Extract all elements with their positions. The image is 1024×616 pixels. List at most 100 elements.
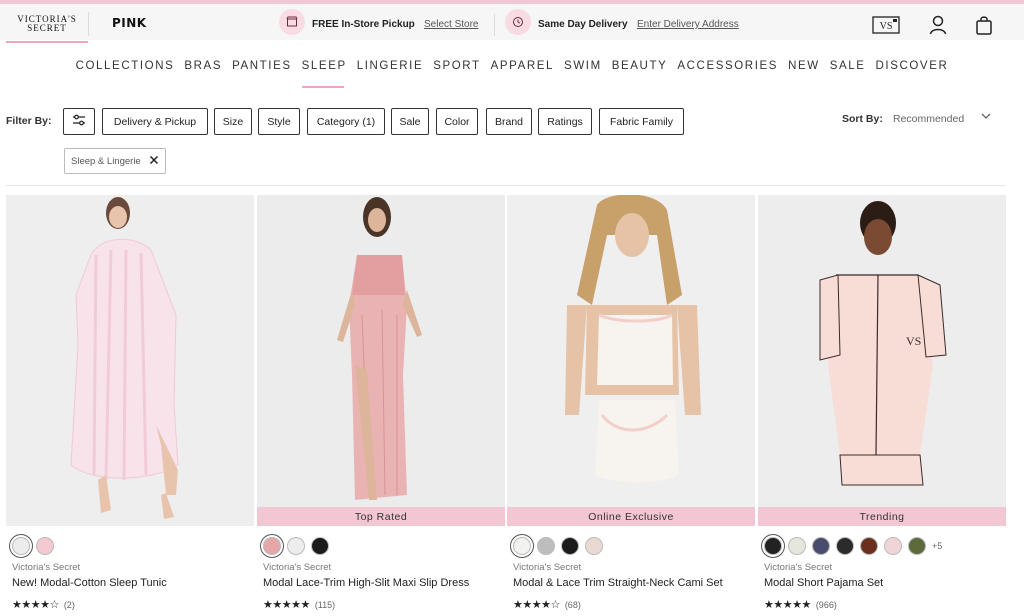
filter-button-color[interactable]: Color [436, 108, 478, 135]
nav-item-new[interactable]: NEW [783, 60, 825, 72]
select-store-link[interactable]: Select Store [424, 19, 478, 30]
main-nav: COLLECTIONS BRAS PANTIES SLEEP LINGERIE SPORT… [0, 60, 1024, 88]
utility-bar: VICTORIA'S SECRET PINK FREE In-Store Pic… [0, 4, 1024, 43]
star-rating-icon: ★★★★☆ [513, 599, 560, 611]
product-badge: Trending [758, 507, 1006, 526]
color-swatches [513, 536, 603, 556]
close-icon[interactable] [149, 154, 159, 168]
color-swatch[interactable] [513, 537, 531, 555]
divider [6, 185, 1006, 186]
color-swatch[interactable] [263, 537, 281, 555]
product-card[interactable]: Online Exclusive Victoria's Secret Modal… [507, 195, 755, 616]
delivery-address-link[interactable]: Enter Delivery Address [637, 19, 739, 30]
nav-item-lingerie[interactable]: LINGERIE [352, 60, 428, 72]
color-swatch[interactable] [561, 537, 579, 555]
review-count: (68) [564, 599, 581, 610]
product-name[interactable]: Modal Lace-Trim High-Slit Maxi Slip Dres… [263, 577, 469, 589]
color-swatch[interactable] [836, 537, 854, 555]
product-name[interactable]: Modal Short Pajama Set [764, 577, 883, 589]
filter-button-brand[interactable]: Brand [486, 108, 532, 135]
sort-dropdown[interactable]: Recommended [893, 113, 964, 125]
nav-item-discover[interactable]: DISCOVER [871, 60, 954, 72]
victorias-secret-logo[interactable]: VICTORIA'S SECRET [8, 8, 86, 40]
color-swatch[interactable] [884, 537, 902, 555]
product-card[interactable]: VS Trending +5 Victoria's Secret Modal S… [758, 195, 1006, 616]
chevron-down-icon[interactable] [980, 110, 992, 125]
product-name[interactable]: New! Modal-Cotton Sleep Tunic [12, 577, 167, 589]
color-swatch[interactable] [764, 537, 782, 555]
active-filter-chip[interactable]: Sleep & Lingerie [64, 148, 166, 174]
color-swatch[interactable] [537, 537, 555, 555]
product-name[interactable]: Modal & Lace Trim Straight-Neck Cami Set [513, 577, 723, 589]
product-brand: Victoria's Secret [513, 562, 582, 573]
product-badge: Online Exclusive [507, 507, 755, 526]
product-image[interactable] [507, 195, 755, 526]
product-brand: Victoria's Secret [764, 562, 833, 573]
product-card[interactable]: Victoria's Secret New! Modal-Cotton Slee… [6, 195, 254, 616]
product-image[interactable]: VS [758, 195, 1006, 526]
color-swatch[interactable] [287, 537, 305, 555]
filter-button-style[interactable]: Style [258, 108, 300, 135]
color-swatch[interactable] [908, 537, 926, 555]
logo-line-2: SECRET [27, 23, 67, 33]
color-swatch[interactable] [585, 537, 603, 555]
pink-logo[interactable]: PINK [112, 16, 147, 30]
color-swatch[interactable] [860, 537, 878, 555]
color-swatch[interactable] [311, 537, 329, 555]
star-rating-icon: ★★★★☆ [12, 599, 59, 611]
review-count: (115) [314, 599, 336, 610]
chip-label: Sleep & Lingerie [71, 155, 141, 167]
nav-item-apparel[interactable]: APPAREL [486, 60, 559, 72]
svg-text:VS: VS [906, 334, 921, 348]
filter-button-size[interactable]: Size [214, 108, 252, 135]
clock-icon [505, 9, 531, 35]
svg-text:VS: VS [880, 21, 893, 32]
sort-by-label: Sort By: [842, 113, 883, 125]
product-rating: ★★★★☆ (68) [513, 598, 581, 611]
nav-item-beauty[interactable]: BEAUTY [607, 60, 673, 72]
sliders-icon [72, 114, 86, 129]
review-count: (966) [815, 599, 837, 610]
filter-settings-button[interactable] [63, 108, 95, 135]
filter-button-ratings[interactable]: Ratings [538, 108, 592, 135]
delivery-label: Same Day Delivery [538, 19, 628, 30]
filter-button-category-1[interactable]: Category (1) [307, 108, 385, 135]
product-card[interactable]: Top Rated Victoria's Secret Modal Lace-T… [257, 195, 505, 616]
brand-divider [88, 12, 89, 36]
nav-item-accessories[interactable]: ACCESSORIES [672, 60, 783, 72]
color-swatches: +5 [764, 536, 942, 556]
color-swatch[interactable] [788, 537, 806, 555]
color-swatch[interactable] [36, 537, 54, 555]
color-swatches [263, 536, 329, 556]
product-rating: ★★★★★ (966) [764, 598, 837, 611]
star-rating-icon: ★★★★★ [263, 599, 310, 611]
product-rating: ★★★★★ (115) [263, 598, 335, 611]
nav-item-sleep[interactable]: SLEEP [297, 60, 352, 88]
product-brand: Victoria's Secret [12, 562, 81, 573]
review-count: (2) [63, 599, 75, 610]
nav-item-collections[interactable]: COLLECTIONS [71, 60, 180, 72]
filter-button-delivery-pickup[interactable]: Delivery & Pickup [102, 108, 208, 135]
pickup-label: FREE In-Store Pickup [312, 19, 415, 30]
account-icon[interactable] [928, 14, 948, 36]
nav-item-swim[interactable]: SWIM [559, 60, 607, 72]
more-colors-count[interactable]: +5 [932, 541, 942, 551]
nav-item-sale[interactable]: SALE [825, 60, 871, 72]
product-image[interactable] [257, 195, 505, 526]
star-rating-icon: ★★★★★ [764, 599, 811, 611]
product-badge: Top Rated [257, 507, 505, 526]
product-image[interactable] [6, 195, 254, 526]
color-swatch[interactable] [812, 537, 830, 555]
nav-item-panties[interactable]: PANTIES [227, 60, 297, 72]
product-brand: Victoria's Secret [263, 562, 332, 573]
nav-item-sport[interactable]: SPORT [428, 60, 485, 72]
filter-by-label: Filter By: [6, 115, 52, 127]
nav-item-bras[interactable]: BRAS [179, 60, 227, 72]
store-icon [279, 9, 305, 35]
filter-button-sale[interactable]: Sale [391, 108, 429, 135]
gift-card-icon[interactable]: VS [872, 14, 900, 36]
color-swatch[interactable] [12, 537, 30, 555]
bag-icon[interactable] [974, 14, 994, 36]
color-swatches [12, 536, 54, 556]
filter-button-fabric-family[interactable]: Fabric Family [599, 108, 684, 135]
